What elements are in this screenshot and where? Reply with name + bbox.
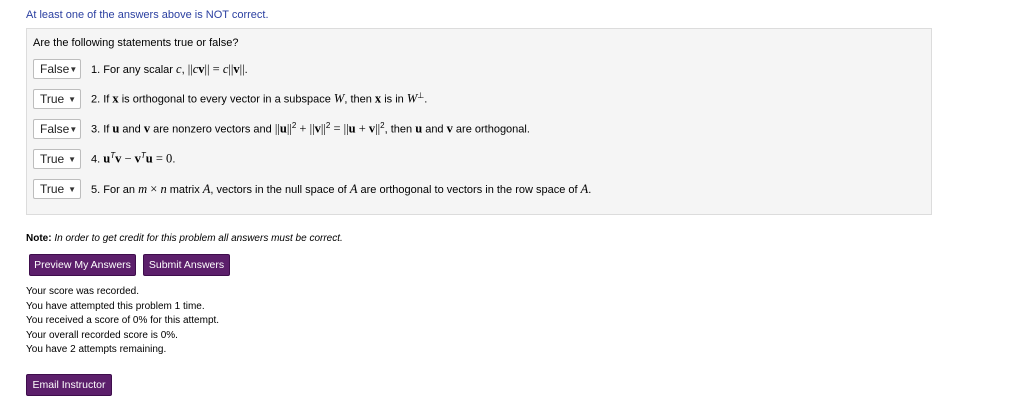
answer-select-3-value: False: [40, 122, 70, 136]
statement-row-2: True ▼ 2. If x is orthogonal to every ve…: [33, 89, 427, 109]
answer-select-4-value: True: [40, 152, 65, 166]
statement-row-4: True ▼ 4. uTv − vTu = 0.: [33, 149, 175, 169]
statement-1-text: 1. For any scalar c, ||cv|| = c||v||.: [91, 61, 248, 76]
score-summary: Your score was recorded. You have attemp…: [26, 285, 219, 358]
statement-4-text: 4. uTv − vTu = 0.: [91, 151, 176, 166]
email-instructor-button[interactable]: Email Instructor: [26, 374, 112, 396]
credit-note: Note: In order to get credit for this pr…: [26, 233, 343, 244]
statement-row-3: False ▼ 3. If u and v are nonzero vector…: [33, 119, 530, 139]
problem-prompt: Are the following statements true or fal…: [33, 37, 239, 49]
chevron-down-icon: ▼: [68, 154, 76, 164]
problem-box: Are the following statements true or fal…: [26, 28, 932, 215]
answer-warning: At least one of the answers above is NOT…: [26, 9, 269, 21]
answer-select-2-value: True: [40, 92, 65, 106]
answer-select-5-value: True: [40, 182, 65, 196]
statement-row-1: False ▼ 1. For any scalar c, ||cv|| = c|…: [33, 59, 248, 79]
statement-2-text: 2. If x is orthogonal to every vector in…: [91, 91, 428, 106]
chevron-down-icon: ▼: [68, 94, 76, 104]
preview-answers-button[interactable]: Preview My Answers: [29, 254, 136, 276]
chevron-down-icon: ▼: [68, 184, 76, 194]
submit-answers-button[interactable]: Submit Answers: [143, 254, 230, 276]
chevron-down-icon: ▼: [69, 64, 78, 74]
chevron-down-icon: ▼: [69, 124, 78, 134]
answer-select-1[interactable]: False ▼: [33, 59, 81, 79]
score-line: You have 2 attempts remaining.: [26, 344, 167, 356]
statement-3-text: 3. If u and v are nonzero vectors and ||…: [91, 121, 530, 136]
score-line: You received a score of 0% for this atte…: [26, 315, 220, 327]
score-line: Your overall recorded score is 0%.: [26, 329, 178, 341]
answer-select-3[interactable]: False ▼: [33, 119, 81, 139]
answer-select-2[interactable]: True ▼: [33, 89, 81, 109]
statement-5-text: 5. For an m × n matrix A, vectors in the…: [91, 181, 592, 196]
answer-select-1-value: False: [40, 62, 70, 76]
statement-row-5: True ▼ 5. For an m × n matrix A, vectors…: [33, 179, 591, 199]
score-line: Your score was recorded.: [26, 286, 140, 297]
answer-select-5[interactable]: True ▼: [33, 179, 81, 199]
score-line: You have attempted this problem 1 time.: [26, 300, 205, 312]
answer-select-4[interactable]: True ▼: [33, 149, 81, 169]
